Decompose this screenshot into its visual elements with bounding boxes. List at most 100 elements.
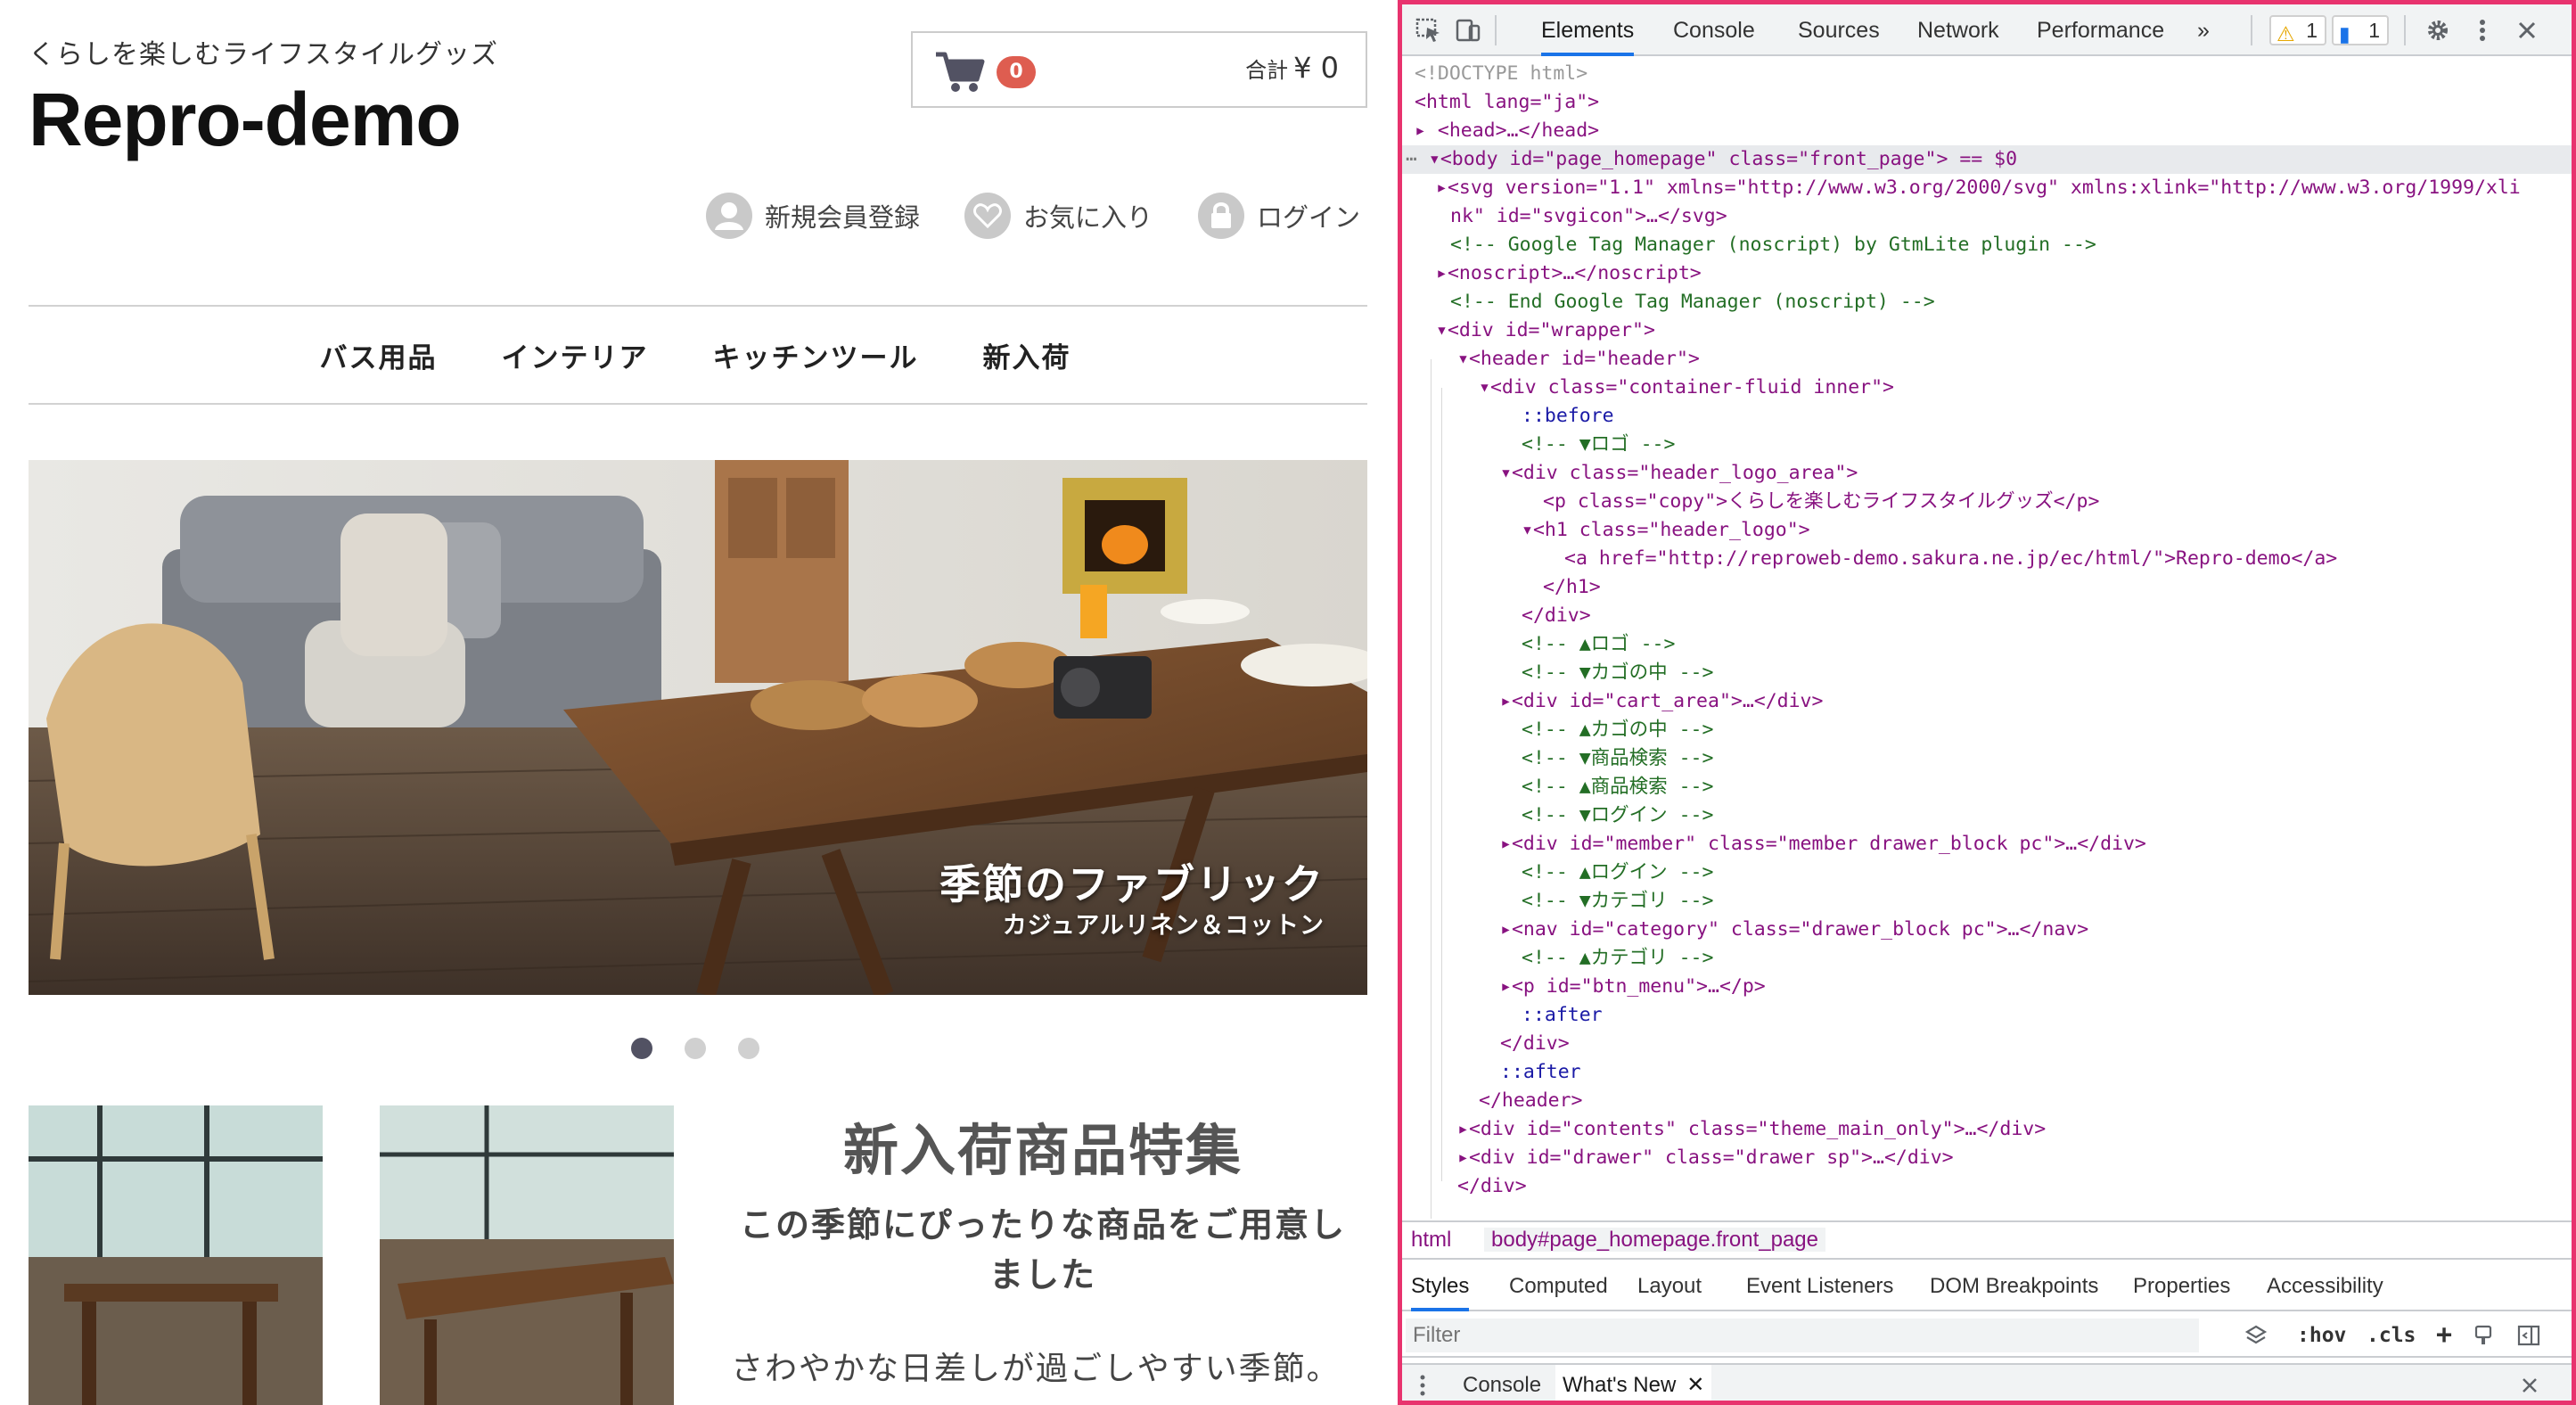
dom-node[interactable]: <!-- Google Tag Manager (noscript) by Gt… <box>1402 231 2572 259</box>
dom-node[interactable]: <!-- ▲ログイン --> <box>1402 859 2572 887</box>
dom-node[interactable]: <!-- ▲商品検索 --> <box>1402 773 2572 801</box>
dom-line-text: <svg version="1.1" xmlns="http://www.w3.… <box>1447 177 2521 199</box>
tab-console[interactable]: Console <box>1673 4 1755 56</box>
dom-node[interactable]: </div> <box>1402 1030 2572 1058</box>
dom-node[interactable]: nk" id="svgicon">…</svg> <box>1402 202 2572 231</box>
dom-node[interactable]: ▸<div id="cart_area">…</div> <box>1402 687 2572 716</box>
tab-sources[interactable]: Sources <box>1798 4 1880 56</box>
dom-node[interactable]: <p class="copy">くらしを楽しむライフスタイルグッズ</p> <box>1402 488 2572 516</box>
dom-node[interactable]: <!-- ▲カテゴリ --> <box>1402 944 2572 973</box>
member-login-link[interactable]: ログイン <box>1198 191 1360 241</box>
dom-node[interactable]: <!-- ▼商品検索 --> <box>1402 744 2572 773</box>
tab-performance[interactable]: Performance <box>2037 4 2164 56</box>
subtab-properties[interactable]: Properties <box>2133 1261 2230 1311</box>
breadcrumb-body[interactable]: body#page_homepage.front_page <box>1484 1228 1825 1252</box>
dom-line-text: <div id="drawer" class="drawer sp">…</di… <box>1468 1146 1954 1169</box>
dom-line-text: </div> <box>1500 1032 1570 1055</box>
subtab-accessibility[interactable]: Accessibility <box>2267 1261 2383 1311</box>
dom-node[interactable]: </div> <box>1402 602 2572 630</box>
sidebar-toggle-icon[interactable] <box>2516 1324 2541 1347</box>
class-toggle[interactable]: .cls <box>2367 1313 2416 1358</box>
tab-elements[interactable]: Elements <box>1541 4 1635 56</box>
dom-node[interactable]: ▾<h1 class="header_logo"> <box>1402 516 2572 545</box>
device-toolbar-icon[interactable] <box>1454 17 1482 44</box>
dom-node-selected[interactable]: ⋯ ▾<body id="page_homepage" class="front… <box>1402 145 2572 174</box>
dom-node[interactable]: ::after <box>1402 1001 2572 1030</box>
nav-item-kitchen[interactable]: キッチンツール <box>713 335 919 375</box>
dom-node[interactable]: ▸<nav id="category" class="drawer_block … <box>1402 916 2572 944</box>
member-signup-link[interactable]: 新規会員登録 <box>706 191 920 241</box>
warnings-badge[interactable]: ⚠ 1 <box>2269 15 2326 45</box>
slider-dot-2[interactable] <box>685 1038 706 1059</box>
close-drawer-icon[interactable] <box>2520 1376 2539 1395</box>
dom-node[interactable]: ▾<div class="header_logo_area"> <box>1402 459 2572 488</box>
slider-dot-3[interactable] <box>738 1038 759 1059</box>
hero-slider[interactable]: 季節のファブリック カジュアルリネン＆コットン <box>29 460 1367 995</box>
dom-node[interactable]: ▾<div id="wrapper"> <box>1402 316 2572 345</box>
dom-line-text: nk" id="svgicon">…</svg> <box>1450 205 1727 227</box>
dom-node[interactable]: <!-- ▲カゴの中 --> <box>1402 716 2572 744</box>
slider-dot-1[interactable] <box>631 1038 652 1059</box>
devtools-toolbar: Elements Console Sources Network Perform… <box>1402 4 2572 56</box>
dom-line-text: <h1 class="header_logo"> <box>1532 519 1810 541</box>
dom-node[interactable]: ▾<header id="header"> <box>1402 345 2572 374</box>
close-devtools-icon[interactable] <box>2513 17 2541 44</box>
dom-node[interactable]: <!-- ▼カテゴリ --> <box>1402 887 2572 916</box>
subtab-event-listeners[interactable]: Event Listeners <box>1746 1261 1893 1311</box>
toggle-renderings-icon[interactable] <box>2244 1324 2268 1347</box>
nav-item-bath[interactable]: バス用品 <box>320 335 438 375</box>
feature-image-2[interactable] <box>380 1105 674 1405</box>
settings-gear-icon[interactable] <box>2424 17 2452 44</box>
hover-state-toggle[interactable]: :hov <box>2297 1313 2346 1358</box>
dom-node[interactable]: ▸<div id="drawer" class="drawer sp">…</d… <box>1402 1144 2572 1172</box>
dom-line-text: <div id="contents" class="theme_main_onl… <box>1468 1118 2047 1140</box>
dom-node[interactable]: <!DOCTYPE html> <box>1402 60 2572 88</box>
dom-node[interactable]: <html lang="ja"> <box>1402 88 2572 117</box>
dom-node[interactable]: <!-- ▲ロゴ --> <box>1402 630 2572 659</box>
paint-bucket-icon[interactable] <box>2472 1324 2497 1347</box>
user-icon <box>706 193 752 239</box>
dom-node[interactable]: </header> <box>1402 1087 2572 1115</box>
more-tabs-chevron-icon[interactable]: » <box>2197 4 2210 56</box>
dom-node[interactable]: ▸ <head>…</head> <box>1402 117 2572 145</box>
dom-node[interactable]: <!-- ▼カゴの中 --> <box>1402 659 2572 687</box>
dom-node[interactable]: ▾<div class="container-fluid inner"> <box>1402 374 2572 402</box>
site-logo[interactable]: Repro-demo <box>29 77 462 163</box>
styles-filter-input[interactable] <box>1406 1319 2199 1352</box>
subtab-dom-breakpoints[interactable]: DOM Breakpoints <box>1930 1261 2098 1311</box>
dom-node[interactable]: </div> <box>1402 1172 2572 1201</box>
dom-node[interactable]: ▸<div id="contents" class="theme_main_on… <box>1402 1115 2572 1144</box>
new-style-rule-button[interactable]: + <box>2436 1313 2452 1358</box>
dom-node[interactable]: <!-- End Google Tag Manager (noscript) -… <box>1402 288 2572 316</box>
nav-item-interior[interactable]: インテリア <box>502 335 649 375</box>
messages-badge[interactable]: ▮ 1 <box>2332 15 2389 45</box>
dom-line-text: <p class="copy">くらしを楽しむライフスタイルグッズ</p> <box>1543 490 2100 513</box>
drawer-tab-whats-new[interactable]: What's New ✕ <box>1555 1365 1712 1401</box>
dom-node[interactable]: ▸<noscript>…</noscript> <box>1402 259 2572 288</box>
dom-line-text: <div id="cart_area">…</div> <box>1511 690 1824 712</box>
tab-network[interactable]: Network <box>1917 4 1999 56</box>
drawer-tab-console[interactable]: Console <box>1463 1365 1541 1401</box>
more-options-icon[interactable] <box>2468 17 2497 44</box>
breadcrumb-html[interactable]: html <box>1411 1228 1451 1252</box>
feature-image-1[interactable] <box>29 1105 323 1405</box>
dom-line-text: <!-- End Google Tag Manager (noscript) -… <box>1450 291 1935 313</box>
member-favorites-link[interactable]: お気に入り <box>964 191 1153 241</box>
inspect-element-icon[interactable] <box>1415 17 1443 44</box>
subtab-layout[interactable]: Layout <box>1637 1261 1702 1311</box>
dom-node[interactable]: </h1> <box>1402 573 2572 602</box>
dom-node[interactable]: <!-- ▼ロゴ --> <box>1402 431 2572 459</box>
dom-node[interactable]: ::before <box>1402 402 2572 431</box>
drawer-menu-icon[interactable] <box>1418 1374 1427 1397</box>
subtab-computed[interactable]: Computed <box>1509 1261 1608 1311</box>
close-tab-icon[interactable]: ✕ <box>1686 1373 1704 1397</box>
nav-item-new-arrivals[interactable]: 新入荷 <box>983 335 1071 375</box>
subtab-styles[interactable]: Styles <box>1411 1261 1470 1311</box>
dom-node[interactable]: ::after <box>1402 1058 2572 1087</box>
dom-node[interactable]: <a href="http://reproweb-demo.sakura.ne.… <box>1402 545 2572 573</box>
dom-node[interactable]: ▸<svg version="1.1" xmlns="http://www.w3… <box>1402 174 2572 202</box>
cart-area[interactable]: 0 合計 ¥ 0 <box>911 31 1367 108</box>
dom-node[interactable]: <!-- ▼ログイン --> <box>1402 801 2572 830</box>
dom-node[interactable]: ▸<div id="member" class="member drawer_b… <box>1402 830 2572 859</box>
dom-node[interactable]: ▸<p id="btn_menu">…</p> <box>1402 973 2572 1001</box>
